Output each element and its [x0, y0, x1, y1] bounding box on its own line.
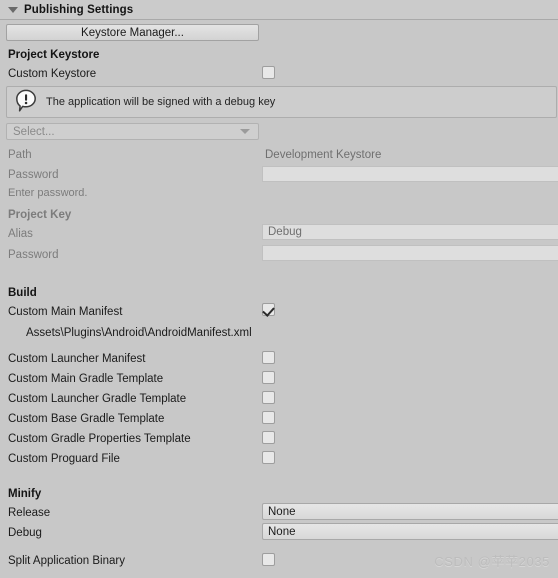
- minify-release-value: None: [268, 505, 296, 518]
- section-header-project-key: Project Key: [0, 205, 558, 225]
- section-title: Build: [8, 287, 37, 299]
- custom-gradle-properties-template-label: Custom Gradle Properties Template: [8, 433, 191, 445]
- custom-keystore-checkbox[interactable]: [262, 66, 275, 79]
- row-custom-base-gradle-template: Custom Base Gradle Template: [0, 409, 558, 429]
- minify-debug-dropdown[interactable]: None: [262, 523, 558, 540]
- keystore-password-hint: Enter password.: [8, 187, 88, 199]
- key-password-label: Password: [8, 249, 59, 261]
- split-application-binary-label: Split Application Binary: [8, 555, 125, 567]
- row-custom-launcher-gradle-template: Custom Launcher Gradle Template: [0, 389, 558, 409]
- minify-release-label: Release: [8, 507, 51, 519]
- row-custom-main-manifest-path: Assets\Plugins\Android\AndroidManifest.x…: [0, 323, 558, 343]
- row-custom-main-gradle-template: Custom Main Gradle Template: [0, 369, 558, 389]
- minify-debug-value: None: [268, 525, 296, 538]
- key-alias-label: Alias: [8, 228, 33, 240]
- row-custom-launcher-manifest: Custom Launcher Manifest: [0, 349, 558, 369]
- page-title: Publishing Settings: [24, 3, 134, 16]
- keystore-path-label: Path: [8, 149, 32, 161]
- chevron-down-icon: [240, 129, 250, 134]
- section-header-build: Build: [0, 283, 558, 303]
- debug-key-message: The application will be signed with a de…: [46, 96, 276, 108]
- custom-keystore-label: Custom Keystore: [8, 68, 97, 80]
- split-application-binary-checkbox[interactable]: [262, 553, 275, 566]
- keystore-path-value: Development Keystore: [265, 149, 382, 161]
- publishing-settings-panel: Publishing Settings Keystore Manager... …: [0, 0, 558, 578]
- row-custom-keystore: Custom Keystore: [0, 64, 558, 84]
- custom-base-gradle-template-label: Custom Base Gradle Template: [8, 413, 165, 425]
- custom-launcher-manifest-checkbox[interactable]: [262, 351, 275, 364]
- custom-main-manifest-path: Assets\Plugins\Android\AndroidManifest.x…: [26, 327, 252, 339]
- custom-launcher-manifest-label: Custom Launcher Manifest: [8, 353, 146, 365]
- custom-proguard-file-label: Custom Proguard File: [8, 453, 120, 465]
- row-custom-proguard-file: Custom Proguard File: [0, 449, 558, 469]
- keystore-manager-button[interactable]: Keystore Manager...: [6, 24, 259, 41]
- info-exclamation-icon: [15, 89, 37, 116]
- section-title: Project Key: [8, 209, 72, 221]
- custom-base-gradle-template-checkbox[interactable]: [262, 411, 275, 424]
- keystore-password-label: Password: [8, 169, 59, 181]
- section-title: Project Keystore: [8, 49, 100, 61]
- keystore-select-dropdown[interactable]: Select...: [6, 123, 259, 140]
- custom-main-manifest-label: Custom Main Manifest: [8, 306, 123, 318]
- watermark: CSDN @苹苹2035: [434, 554, 550, 569]
- section-header-project-keystore: Project Keystore: [0, 45, 558, 65]
- key-password-input[interactable]: [262, 245, 558, 261]
- custom-proguard-file-checkbox[interactable]: [262, 451, 275, 464]
- custom-main-gradle-template-label: Custom Main Gradle Template: [8, 373, 164, 385]
- custom-main-manifest-checkbox[interactable]: [262, 303, 275, 316]
- custom-launcher-gradle-template-label: Custom Launcher Gradle Template: [8, 393, 187, 405]
- custom-gradle-properties-template-checkbox[interactable]: [262, 431, 275, 444]
- custom-launcher-gradle-template-checkbox[interactable]: [262, 391, 275, 404]
- row-keystore-password-hint: Enter password.: [0, 183, 558, 203]
- row-custom-main-manifest: Custom Main Manifest: [0, 302, 558, 322]
- debug-key-helpbox: The application will be signed with a de…: [6, 86, 557, 118]
- minify-release-dropdown[interactable]: None: [262, 503, 558, 520]
- row-custom-gradle-properties-template: Custom Gradle Properties Template: [0, 429, 558, 449]
- key-alias-dropdown[interactable]: Debug: [262, 224, 558, 240]
- keystore-select-value: Select...: [13, 125, 55, 138]
- triangle-down-icon[interactable]: [8, 6, 18, 13]
- publishing-settings-foldout[interactable]: Publishing Settings: [0, 0, 558, 20]
- section-header-minify: Minify: [0, 484, 558, 504]
- minify-debug-label: Debug: [8, 527, 42, 539]
- custom-main-gradle-template-checkbox[interactable]: [262, 371, 275, 384]
- section-title: Minify: [8, 488, 42, 500]
- keystore-password-input[interactable]: [262, 166, 558, 182]
